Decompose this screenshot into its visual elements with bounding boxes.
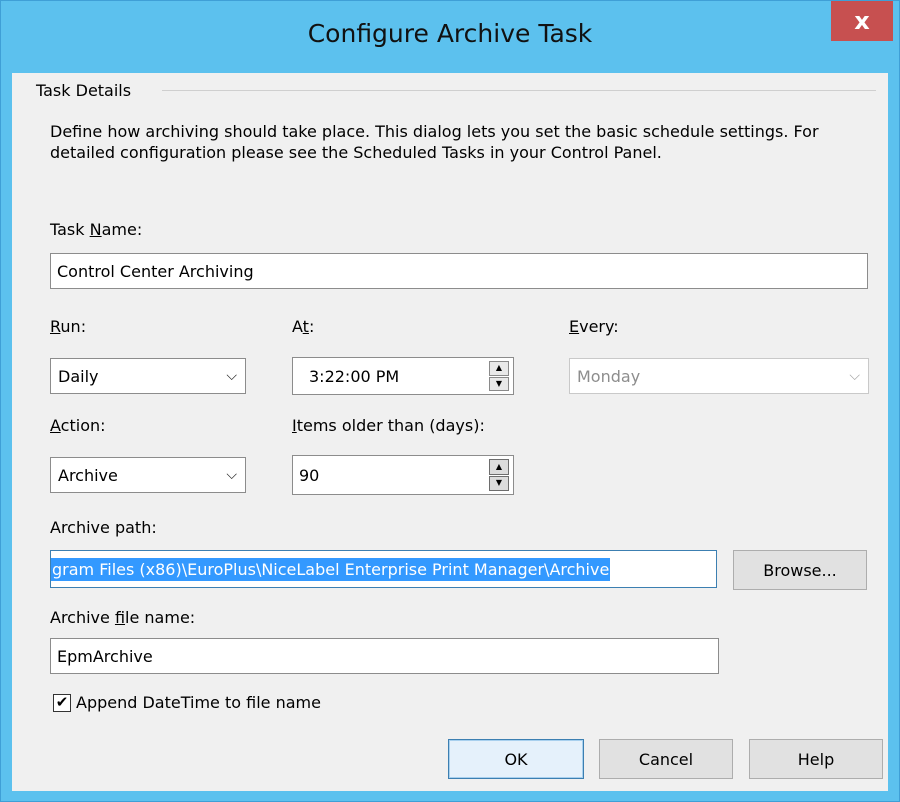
group-divider [162, 90, 876, 91]
items-older-label: Items older than (days): [292, 416, 485, 435]
chevron-down-icon: ⌵ [226, 368, 237, 384]
chevron-down-icon: ⌵ [849, 368, 860, 384]
every-dropdown[interactable]: Monday ⌵ [569, 358, 869, 394]
task-name-value: Control Center Archiving [57, 261, 254, 281]
action-label: Action: [50, 416, 106, 435]
title-bar[interactable]: Configure Archive Task x [1, 1, 899, 73]
ok-button[interactable]: OK [448, 739, 584, 779]
task-name-input[interactable]: Control Center Archiving [50, 253, 868, 289]
archive-path-input[interactable]: gram Files (x86)\EuroPlus\NiceLabel Ente… [50, 550, 717, 588]
at-label: At: [292, 317, 315, 336]
archive-path-label: Archive path: [50, 518, 157, 537]
days-spinner-input[interactable]: 90 ▲ ▼ [292, 455, 514, 495]
window-title: Configure Archive Task [307, 19, 593, 48]
time-picker[interactable]: 3:22:00 PM ▲ ▼ [292, 357, 514, 395]
every-value: Monday [577, 366, 641, 386]
spin-down-icon[interactable]: ▼ [489, 376, 509, 391]
spin-down-icon[interactable]: ▼ [489, 475, 509, 491]
archive-file-input[interactable]: EpmArchive [50, 638, 719, 674]
append-datetime-checkbox[interactable]: ✔ [53, 693, 71, 712]
action-value: Archive [58, 465, 118, 485]
action-dropdown[interactable]: Archive ⌵ [50, 457, 246, 493]
append-datetime-label: Append DateTime to file name [76, 693, 321, 712]
run-value: Daily [58, 366, 99, 386]
spin-up-icon[interactable]: ▲ [489, 361, 509, 376]
time-value: 3:22:00 PM [309, 366, 400, 386]
spin-up-icon[interactable]: ▲ [489, 459, 509, 475]
checkmark-icon: ✔ [55, 693, 69, 711]
close-icon: x [854, 7, 870, 35]
group-label: Task Details [36, 81, 146, 100]
help-button[interactable]: Help [749, 739, 883, 779]
append-datetime-option[interactable]: ✔ Append DateTime to file name [53, 693, 321, 712]
task-name-label: Task Name: [50, 220, 143, 239]
every-label: Every: [569, 317, 619, 336]
description-text: Define how archiving should take place. … [50, 122, 819, 162]
browse-button[interactable]: Browse... [733, 550, 867, 590]
run-dropdown[interactable]: Daily ⌵ [50, 358, 246, 394]
run-label: Run: [50, 317, 87, 336]
days-value: 90 [299, 465, 320, 485]
close-button[interactable]: x [831, 1, 893, 41]
days-spinner: ▲ ▼ [489, 459, 509, 491]
archive-file-value: EpmArchive [57, 646, 153, 666]
archive-file-label: Archive file name: [50, 608, 196, 627]
time-spinner: ▲ ▼ [489, 361, 509, 391]
dialog-body: Task Details Define how archiving should… [12, 73, 888, 791]
archive-path-value: gram Files (x86)\EuroPlus\NiceLabel Ente… [51, 557, 611, 581]
chevron-down-icon: ⌵ [226, 467, 237, 483]
cancel-button[interactable]: Cancel [599, 739, 733, 779]
dialog-window: Configure Archive Task x Task Details De… [0, 0, 900, 802]
